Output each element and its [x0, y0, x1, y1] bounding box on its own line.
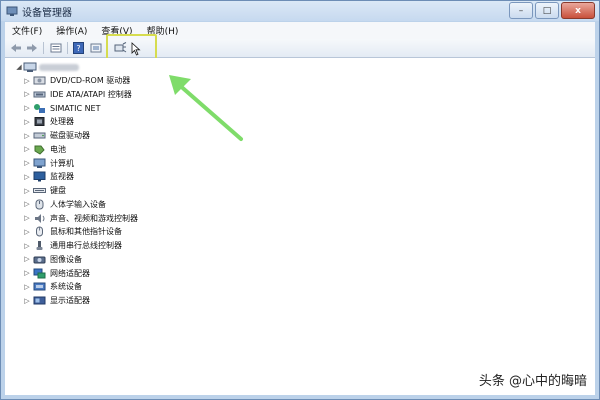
- tree-root[interactable]: ◢: [15, 60, 79, 74]
- tree-item[interactable]: ▷ 鼠标和其他指针设备: [23, 225, 122, 238]
- expand-icon[interactable]: ▷: [23, 242, 31, 250]
- processor-icon: [33, 116, 46, 127]
- window-title: 设备管理器: [22, 7, 72, 19]
- computer-name-blurred: [39, 63, 79, 71]
- expand-icon[interactable]: ▷: [23, 145, 31, 153]
- ide-controller-icon: [33, 89, 46, 100]
- tree-item-label: 显示适配器: [50, 296, 90, 305]
- monitor-icon: [33, 171, 46, 182]
- tree-item[interactable]: ▷ 人体学输入设备: [23, 198, 106, 211]
- disk-drive-icon: [33, 130, 46, 141]
- back-icon[interactable]: [9, 41, 23, 54]
- tree-item-label: 处理器: [50, 117, 74, 127]
- minimize-button[interactable]: –: [509, 2, 533, 19]
- tree-item-label: 计算机: [50, 158, 74, 168]
- tree-item-label: 系统设备: [50, 282, 82, 292]
- tree-item-label: 鼠标和其他指针设备: [50, 227, 122, 237]
- expand-icon[interactable]: ▷: [23, 283, 31, 291]
- tree-item[interactable]: ▷ 处理器: [23, 115, 74, 128]
- computer-icon: [33, 158, 46, 169]
- menu-bar: 文件(F) 操作(A) 查看(V) 帮助(H): [5, 22, 595, 39]
- camera-icon: [33, 254, 46, 265]
- tree-item-label: 网络适配器: [50, 268, 90, 278]
- expand-icon[interactable]: ▷: [23, 269, 31, 277]
- window-controls: – □ x: [507, 2, 595, 19]
- expand-icon[interactable]: ▷: [23, 214, 31, 222]
- tree-item-label: 磁盘驱动器: [50, 131, 90, 140]
- tree-item[interactable]: ▷ 声音、视频和游戏控制器: [23, 212, 138, 225]
- collapse-icon[interactable]: ◢: [15, 63, 23, 71]
- expand-icon[interactable]: ▷: [23, 104, 31, 112]
- tree-item-label: 图像设备: [50, 254, 82, 264]
- tree-item[interactable]: ▷ 图像设备: [23, 253, 82, 266]
- tree-item-label: 键盘: [50, 186, 66, 195]
- expand-icon[interactable]: ▷: [23, 200, 31, 208]
- toolbar-separator: [67, 42, 68, 54]
- expand-icon[interactable]: ▷: [23, 228, 31, 236]
- tree-item[interactable]: ▷ 计算机: [23, 157, 74, 170]
- mouse-icon: [33, 226, 46, 237]
- expand-icon[interactable]: ▷: [23, 187, 31, 195]
- expand-icon[interactable]: ▷: [23, 297, 31, 305]
- expand-icon[interactable]: ▷: [23, 77, 31, 85]
- battery-icon: [33, 144, 46, 155]
- menu-action[interactable]: 操作(A): [49, 24, 94, 37]
- tree-item[interactable]: ▷ IDE ATA/ATAPI 控制器: [23, 88, 132, 101]
- tree-item[interactable]: ▷ 显示适配器: [23, 294, 90, 307]
- sound-icon: [33, 213, 46, 224]
- expand-icon[interactable]: ▷: [23, 159, 31, 167]
- tree-item-label: 电池: [50, 144, 66, 154]
- tree-item[interactable]: ▷ 键盘: [23, 184, 66, 197]
- watermark: 头条 @心中的晦暗: [478, 374, 587, 389]
- tree-item[interactable]: ▷ SIMATIC NET: [23, 102, 101, 115]
- tree-item[interactable]: ▷ DVD/CD-ROM 驱动器: [23, 74, 130, 87]
- toolbar: ?: [5, 39, 595, 58]
- hid-icon: [33, 199, 46, 210]
- device-tree: ◢ ▷ DVD/CD-ROM 驱动器 ▷ IDE ATA/ATAPI 控制器 ▷ SIMA…: [5, 58, 595, 395]
- svg-text:?: ?: [76, 44, 80, 53]
- usb-icon: [33, 240, 46, 251]
- tree-item-label: 人体学输入设备: [50, 199, 106, 209]
- system-device-icon: [33, 281, 46, 292]
- menu-file[interactable]: 文件(F): [5, 24, 49, 37]
- title-bar: 设备管理器 – □ x: [1, 1, 599, 21]
- expand-icon[interactable]: ▷: [23, 118, 31, 126]
- properties-icon[interactable]: [49, 41, 63, 54]
- expand-icon[interactable]: ▷: [23, 90, 31, 98]
- tree-item-label: DVD/CD-ROM 驱动器: [50, 76, 131, 85]
- computer-root-icon: [23, 62, 37, 72]
- network-adapter-icon: [33, 268, 46, 279]
- network-node-icon: [33, 103, 46, 114]
- toolbar-separator: [43, 42, 44, 54]
- tree-item-label: 监视器: [50, 172, 74, 182]
- keyboard-icon: [33, 185, 46, 196]
- device-manager-window: 设备管理器 – □ x 文件(F) 操作(A) 查看(V) 帮助(H) ? ◢ …: [0, 0, 600, 400]
- green-arrow-annotation: [169, 75, 243, 141]
- tree-item-label: SIMATIC NET: [50, 103, 101, 113]
- maximize-button[interactable]: □: [535, 2, 559, 19]
- tree-item[interactable]: ▷ 系统设备: [23, 280, 82, 293]
- tree-item-label: IDE ATA/ATAPI 控制器: [50, 89, 132, 99]
- expand-icon[interactable]: ▷: [23, 173, 31, 181]
- tree-item[interactable]: ▷ 磁盘驱动器: [23, 129, 90, 142]
- display-adapter-icon: [33, 295, 46, 306]
- tree-item[interactable]: ▷ 监视器: [23, 170, 74, 183]
- tree-item-label: 通用串行总线控制器: [50, 241, 122, 250]
- tree-item[interactable]: ▷ 电池: [23, 143, 66, 156]
- device-manager-icon: [6, 6, 18, 16]
- dvd-drive-icon: [33, 75, 46, 86]
- device-icon[interactable]: [89, 41, 103, 54]
- tree-item-label: 声音、视频和游戏控制器: [50, 213, 138, 223]
- highlight-box: [106, 34, 157, 60]
- close-button[interactable]: x: [561, 2, 595, 19]
- help-icon[interactable]: ?: [71, 41, 85, 54]
- tree-item[interactable]: ▷ 通用串行总线控制器: [23, 239, 122, 252]
- expand-icon[interactable]: ▷: [23, 255, 31, 263]
- tree-item[interactable]: ▷ 网络适配器: [23, 267, 90, 280]
- forward-icon[interactable]: [25, 41, 39, 54]
- expand-icon[interactable]: ▷: [23, 132, 31, 140]
